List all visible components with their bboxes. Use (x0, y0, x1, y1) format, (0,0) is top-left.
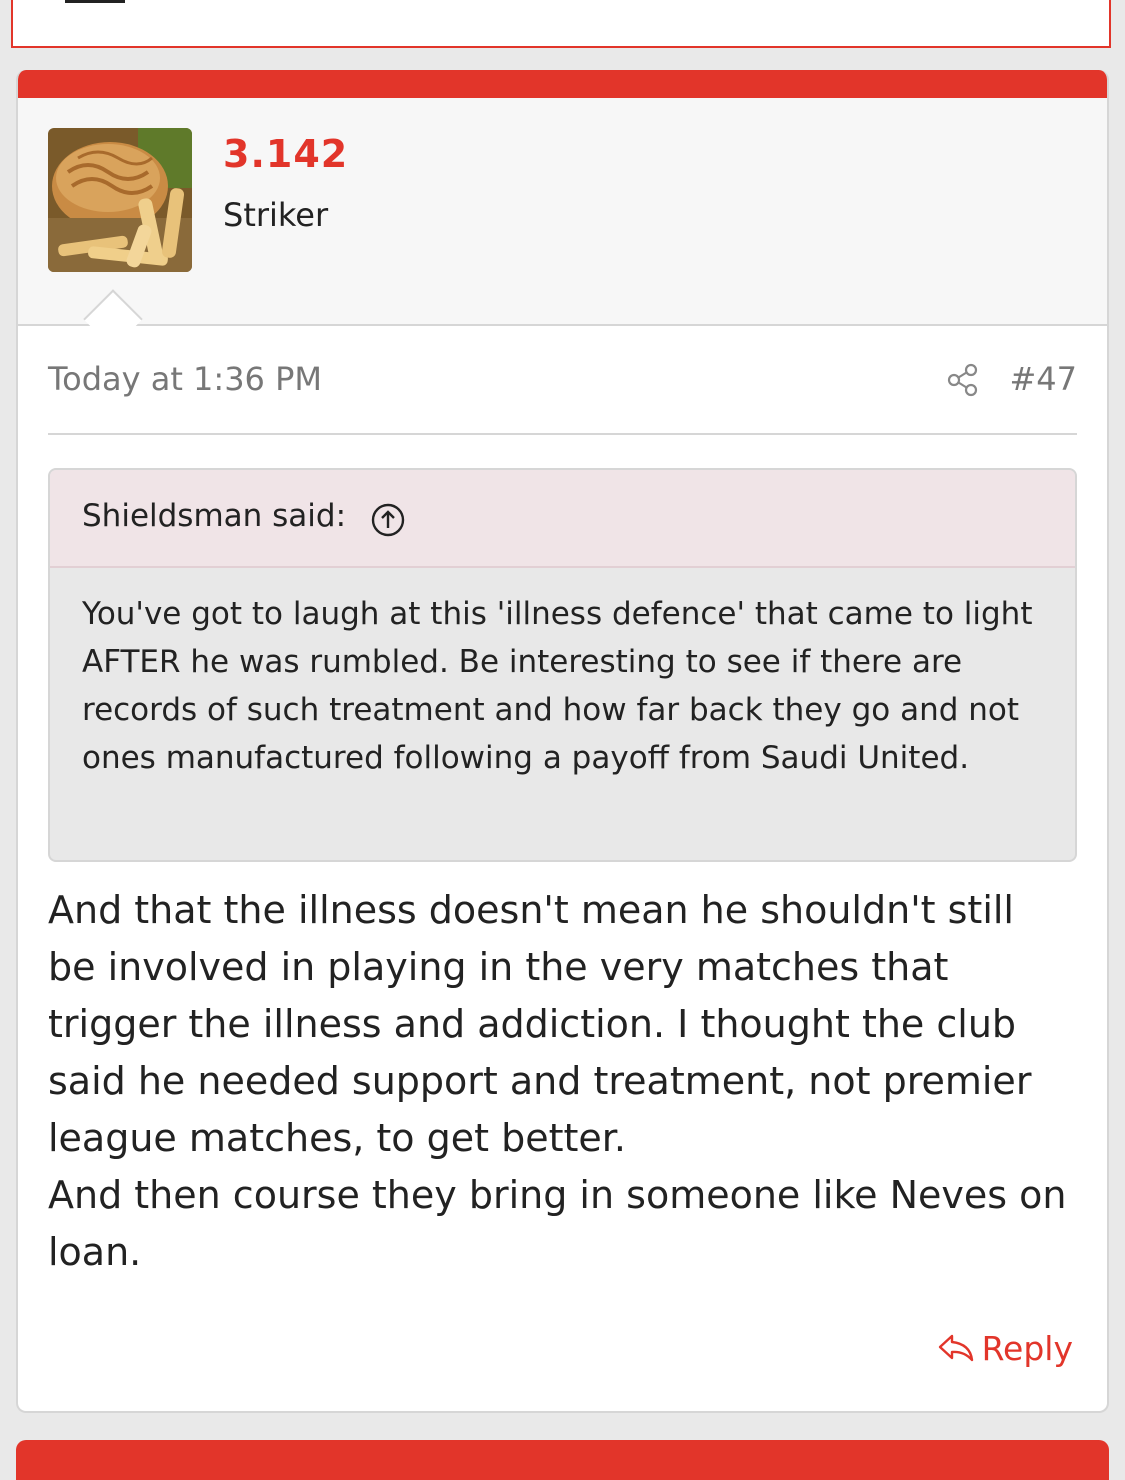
pie-and-chips-avatar (48, 128, 192, 272)
post-meta-row: Today at 1:36 PM #47 (48, 360, 1077, 410)
meta-divider (48, 433, 1077, 435)
post-username[interactable]: 3.142 (223, 132, 348, 176)
share-icon[interactable] (945, 362, 981, 398)
quote-block: Shieldsman said: You've got to laugh at … (48, 468, 1077, 862)
reply-label: Reply (981, 1328, 1073, 1368)
reply-button[interactable]: Reply (936, 1326, 1073, 1370)
reply-arrow-icon (938, 1334, 973, 1362)
user-avatar[interactable] (48, 128, 192, 272)
forum-post: 3.142 Striker Today at 1:36 PM #47 Shiel… (16, 70, 1109, 1413)
post-paragraph: And that the illness doesn't mean he sho… (48, 888, 1032, 1160)
post-timestamp[interactable]: Today at 1:36 PM (48, 360, 322, 398)
quote-header: Shieldsman said: (50, 470, 1075, 568)
quote-author: Shieldsman said: (82, 498, 347, 534)
post-message: And that the illness doesn't mean he sho… (48, 882, 1067, 1281)
user-info-block: 3.142 Striker (18, 98, 1107, 349)
previous-post-card (11, 0, 1111, 48)
post-header-bar (18, 70, 1107, 98)
previous-post-fragment (65, 0, 125, 3)
post-paragraph: And then course they bring in someone li… (48, 1173, 1067, 1274)
quote-text: You've got to laugh at this 'illness def… (82, 596, 1033, 776)
next-post-header-bar (16, 1440, 1109, 1480)
user-title: Striker (223, 196, 329, 234)
post-number-link[interactable]: #47 (1009, 360, 1077, 398)
user-block-notch (83, 289, 143, 349)
arrow-up-circle-icon[interactable] (370, 502, 406, 538)
